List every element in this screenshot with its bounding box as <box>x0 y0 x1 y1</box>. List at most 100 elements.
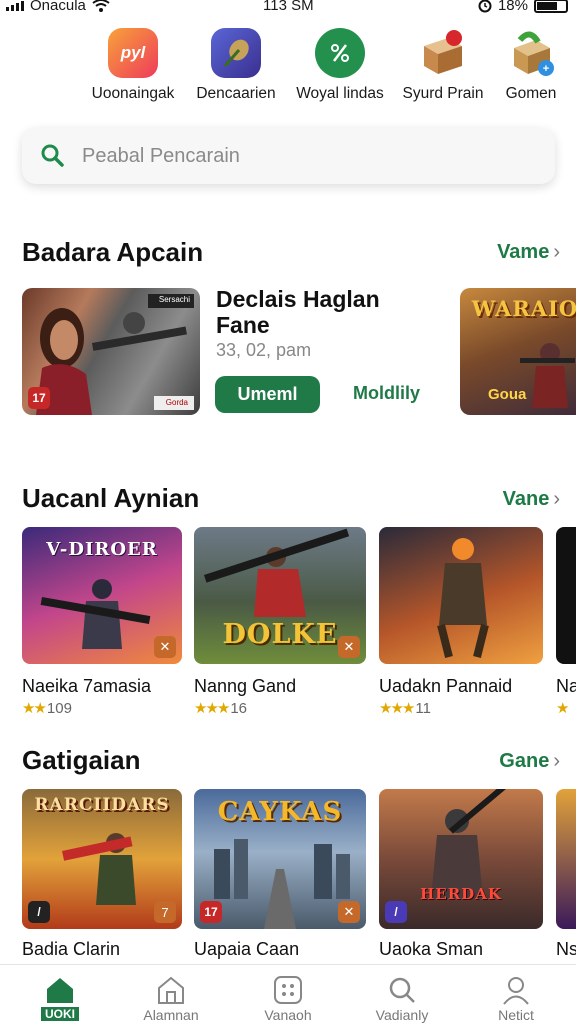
nav-item-profile[interactable]: Netict <box>466 975 566 1023</box>
genre-badge: ✕ <box>338 636 360 658</box>
see-all-label: Gane <box>499 750 550 772</box>
age-rating-badge: / <box>28 901 50 923</box>
game-title: Naeika 7amasia <box>22 676 152 696</box>
status-left: Onacula <box>6 0 110 14</box>
age-rating-badge: / <box>385 901 407 923</box>
search-icon <box>389 977 415 1003</box>
category-label: Woyal lindas <box>296 85 384 102</box>
game-thumbnail: V-DIROER ✕ <box>22 527 182 664</box>
star-rating-icon: ★★★ <box>194 700 230 717</box>
featured-next-title-art: WARAIO <box>471 296 576 321</box>
see-all-link[interactable]: Vane › <box>503 488 560 511</box>
category-label: Uoonaingak <box>91 85 175 102</box>
game-art-title: RARCIIDARS <box>34 795 170 815</box>
nav-label: Alamnan <box>143 1007 199 1023</box>
carrier-name: Onacula <box>30 0 86 14</box>
game-thumbnail <box>556 789 576 929</box>
featured-next-caption: Goua <box>488 386 527 403</box>
game-rating: ★★★ 11 <box>379 699 543 717</box>
rating-count: 109 <box>46 700 72 717</box>
search-input[interactable]: Peabal Pencarain <box>82 145 240 168</box>
game-title: Uaoka Sman <box>379 939 484 959</box>
profile-icon <box>503 977 529 1005</box>
home-icon <box>47 978 73 1003</box>
category-label: Gomen <box>505 85 557 102</box>
more-info-link[interactable]: Moldlily <box>353 383 420 404</box>
category-item[interactable]: + Gomen <box>476 28 576 103</box>
game-art-title: CAYKAS <box>217 797 343 827</box>
see-all-link[interactable]: Gane › <box>499 750 560 773</box>
section-title: Gatigaian <box>22 745 141 775</box>
category-item[interactable]: pyl Uoonaingak <box>78 28 188 103</box>
game-thumbnail <box>379 527 543 664</box>
soldier-art-icon <box>437 538 489 658</box>
bottom-nav: UOKI Alamnan Vanaoh Vadianly Netict <box>0 964 576 1024</box>
feather-pen-icon <box>211 28 261 78</box>
alarm-icon <box>478 0 492 12</box>
game-card[interactable]: RARCIIDARS / 7 Badia Clarin <box>22 789 182 960</box>
game-card[interactable]: HERDAK / Uaoka Sman <box>379 789 543 960</box>
grid-apps-icon <box>274 976 302 1004</box>
star-rating-icon: ★ <box>556 700 570 717</box>
genre-badge: ✕ <box>338 901 360 923</box>
star-rating-icon: ★★ <box>22 700 47 717</box>
game-title: Na <box>556 676 576 696</box>
nav-item-search[interactable]: Vadianly <box>352 975 452 1023</box>
featured-logo-text: Sersachi <box>158 295 190 304</box>
game-thumbnail: RARCIIDARS / 7 <box>22 789 182 929</box>
nav-label: Netict <box>498 1007 534 1023</box>
install-button[interactable]: Umeml <box>215 376 320 413</box>
game-title: Badia Clarin <box>22 939 121 959</box>
genre-badge: ✕ <box>154 636 176 658</box>
nav-item-home[interactable]: UOKI <box>10 975 110 1023</box>
star-rating-icon: ★★★ <box>379 700 415 717</box>
genre-badge: 7 <box>154 901 176 923</box>
chevron-right-icon: › <box>553 241 560 263</box>
nav-item-store[interactable]: Alamnan <box>121 975 221 1023</box>
see-all-label: Vame <box>497 241 550 263</box>
rating-count: 16 <box>230 700 248 717</box>
status-time: 113 SM <box>263 0 314 14</box>
signal-icon <box>6 0 24 11</box>
search-bar[interactable]: Peabal Pencarain <box>22 128 555 184</box>
game-rating: ★ <box>556 699 576 717</box>
status-bar: Onacula 113 SM 18% <box>0 0 576 16</box>
game-card[interactable]: DOLKE ✕ Nanng Gand ★★★ 16 <box>194 527 366 717</box>
game-rating: ★★★ 16 <box>194 699 366 717</box>
gift-box-icon <box>418 28 468 78</box>
gift-ribbon-icon: + <box>506 28 556 78</box>
featured-game-image[interactable]: Sersachi Gorda 17 <box>22 288 200 415</box>
game-title: Uadakn Pannaid <box>379 676 513 696</box>
game-card[interactable]: Uadakn Pannaid ★★★ 11 <box>379 527 543 717</box>
game-title: Uapaia Caan <box>194 939 300 959</box>
category-label: Dencaarien <box>196 85 276 102</box>
game-card[interactable]: CAYKAS 17 ✕ Uapaia Caan <box>194 789 366 960</box>
battery-icon <box>534 0 568 13</box>
game-card[interactable]: Ns <box>556 789 576 960</box>
game-thumbnail: DOLKE ✕ <box>194 527 366 664</box>
see-all-label: Vane <box>502 488 550 510</box>
nav-label: UOKI <box>41 1007 79 1021</box>
game-thumbnail: HERDAK / <box>379 789 543 929</box>
age-rating-badge: 17 <box>200 901 222 923</box>
nav-item-apps[interactable]: Vanaoh <box>238 975 338 1023</box>
svg-text:+: + <box>543 63 549 75</box>
category-item[interactable]: Woyal lindas <box>285 28 395 103</box>
battery-percent: 18% <box>497 0 528 14</box>
search-icon <box>41 144 64 167</box>
game-thumbnail: CAYKAS 17 ✕ <box>194 789 366 929</box>
rating-count: 11 <box>415 700 431 717</box>
nav-label: Vanaoh <box>264 1007 312 1023</box>
featured-game-meta: 33, 02, pam <box>216 340 312 360</box>
chevron-right-icon: › <box>553 750 560 772</box>
see-all-link[interactable]: Vame › <box>497 241 560 264</box>
featured-game-image-next[interactable]: WARAIO Goua <box>460 288 576 415</box>
game-card[interactable]: V-DIROER ✕ Naeika 7amasia ★★ 109 <box>22 527 182 717</box>
store-icon <box>158 976 184 1004</box>
featured-game-name[interactable]: Declais Haglan Fane <box>216 286 416 338</box>
nav-label: Vadianly <box>375 1007 429 1023</box>
game-rating: ★★ 109 <box>22 699 182 717</box>
featured-caption-text: Gorda <box>165 398 188 407</box>
game-card[interactable]: Na ★ <box>556 527 576 717</box>
category-item[interactable]: Dencaarien <box>181 28 291 103</box>
